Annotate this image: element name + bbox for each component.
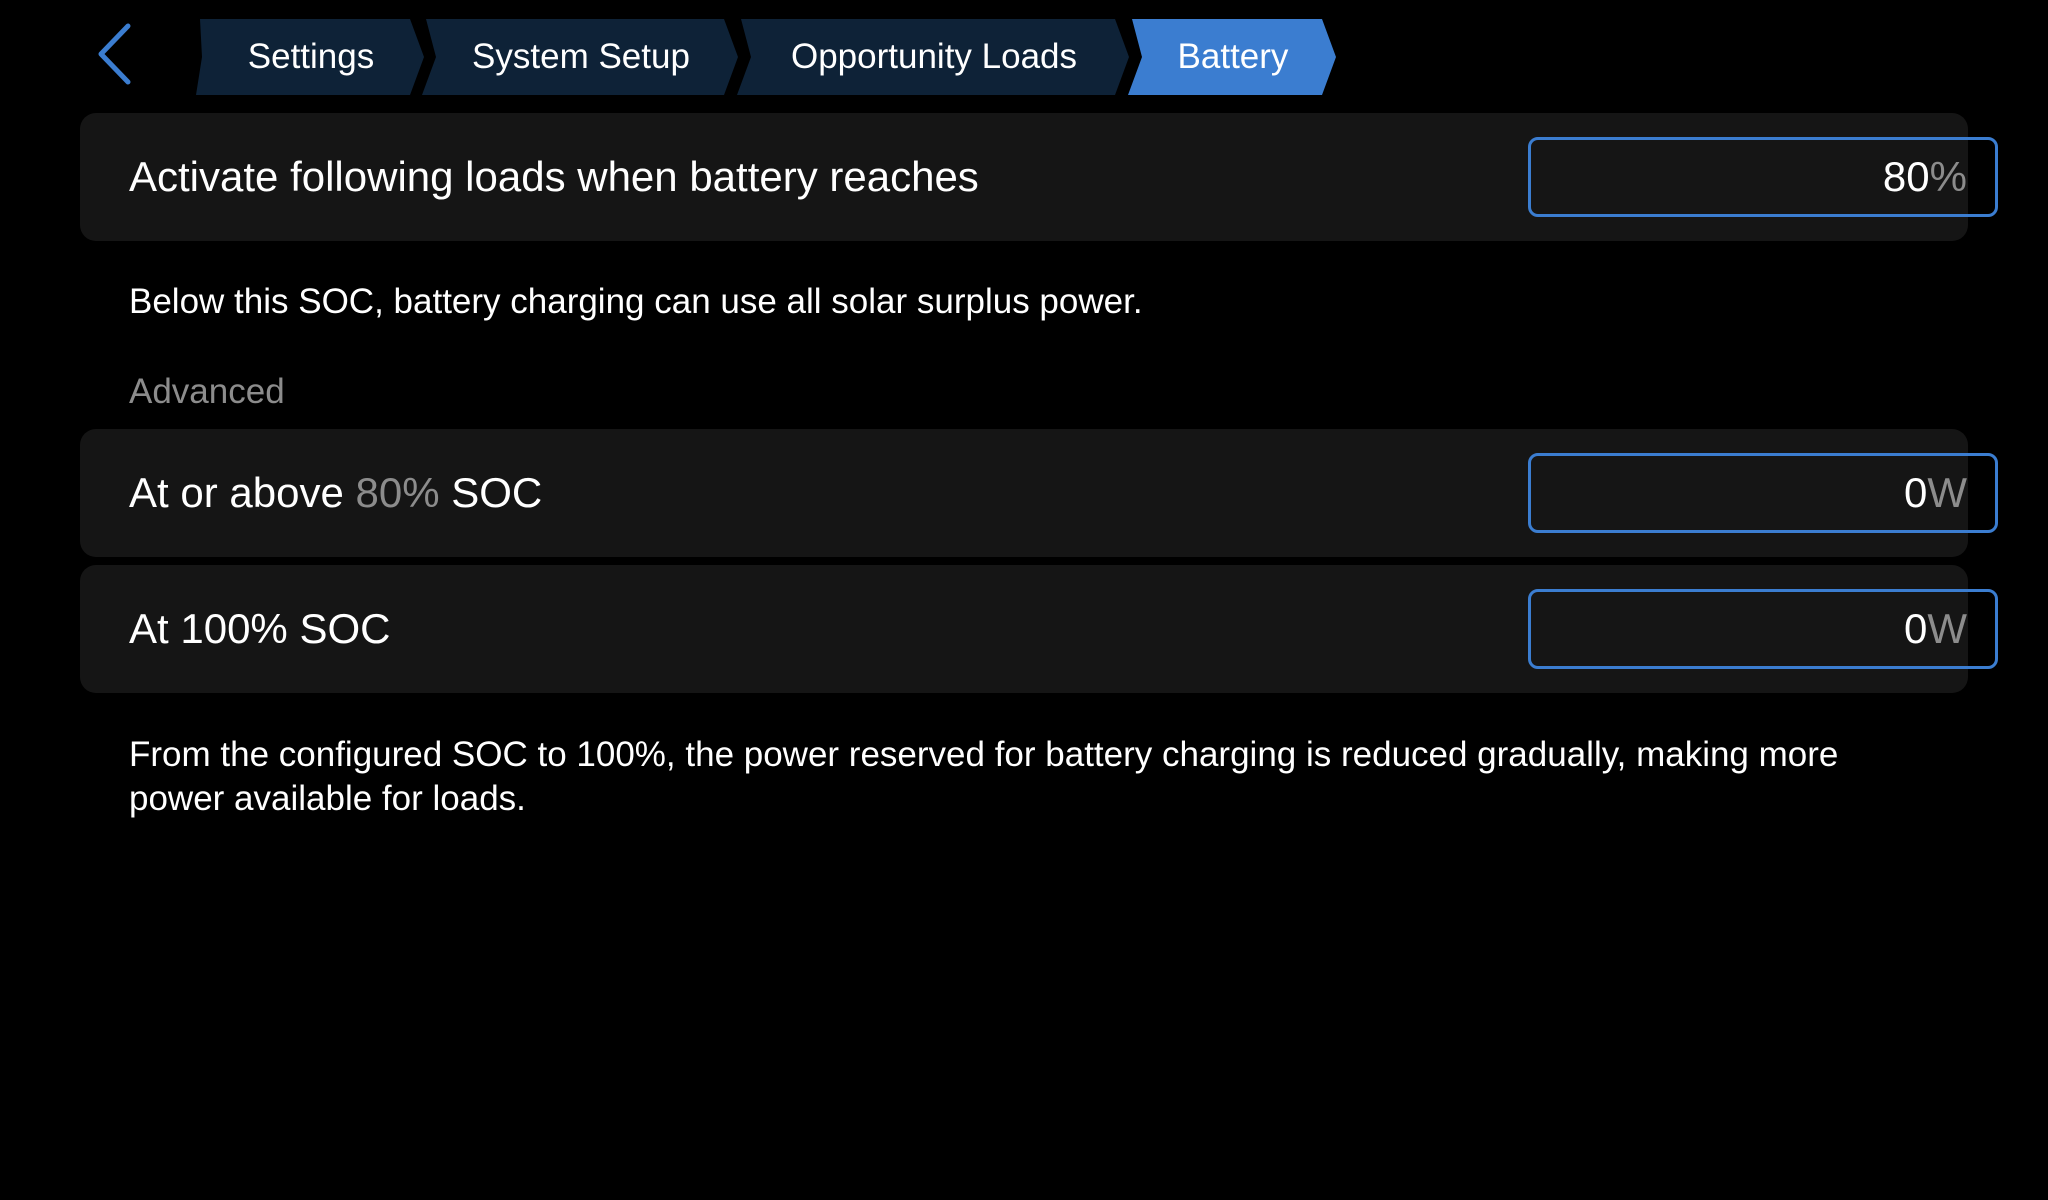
power-at-full-soc-label: At 100% SOC: [129, 605, 391, 652]
power-at-soc-label: At or above 80% SOC: [129, 469, 542, 517]
power-at-full-soc-row: At 100% SOC 0W: [80, 565, 1998, 693]
breadcrumb-label: System Setup: [472, 37, 690, 76]
power-at-soc-field[interactable]: 0W: [1528, 453, 1998, 533]
header-bar: Settings System Setup Opportunity Loads …: [0, 0, 2048, 112]
chevron-left-icon: [95, 22, 135, 86]
power-at-full-soc-value: 0: [1903, 605, 1928, 652]
back-button[interactable]: [82, 18, 148, 90]
power-at-full-soc-field[interactable]: 0W: [1528, 589, 1998, 669]
advanced-help-text: From the configured SOC to 100%, the pow…: [129, 735, 1839, 818]
activation-soc-field[interactable]: 80%: [1528, 137, 1998, 217]
breadcrumb-opportunity-loads[interactable]: Opportunity Loads: [737, 19, 1131, 95]
power-at-soc-label-suffix: SOC: [451, 469, 543, 516]
power-at-soc-unit: W: [1927, 469, 1967, 516]
activation-soc-value: 80: [1882, 153, 1930, 200]
power-at-full-soc-unit: W: [1927, 605, 1967, 652]
power-at-soc-label-prefix: At or above: [129, 469, 344, 516]
activation-help-text: Below this SOC, battery charging can use…: [129, 282, 1143, 321]
breadcrumb-label: Opportunity Loads: [790, 37, 1077, 76]
breadcrumb-battery[interactable]: Battery: [1128, 19, 1338, 95]
power-at-soc-row: At or above 80% SOC 0W: [80, 429, 1998, 557]
advanced-section-label: Advanced: [129, 372, 285, 411]
breadcrumb-label: Settings: [247, 37, 375, 76]
activation-soc-label: Activate following loads when battery re…: [129, 153, 979, 200]
activation-soc-unit: %: [1929, 153, 1967, 200]
breadcrumb-label: Battery: [1177, 37, 1289, 76]
power-at-soc-value: 0: [1903, 469, 1928, 516]
breadcrumb-system-setup[interactable]: System Setup: [422, 19, 740, 95]
power-at-soc-label-soc: 80%: [355, 469, 440, 516]
activation-soc-row: Activate following loads when battery re…: [80, 113, 1998, 241]
breadcrumb-settings[interactable]: Settings: [196, 19, 426, 95]
